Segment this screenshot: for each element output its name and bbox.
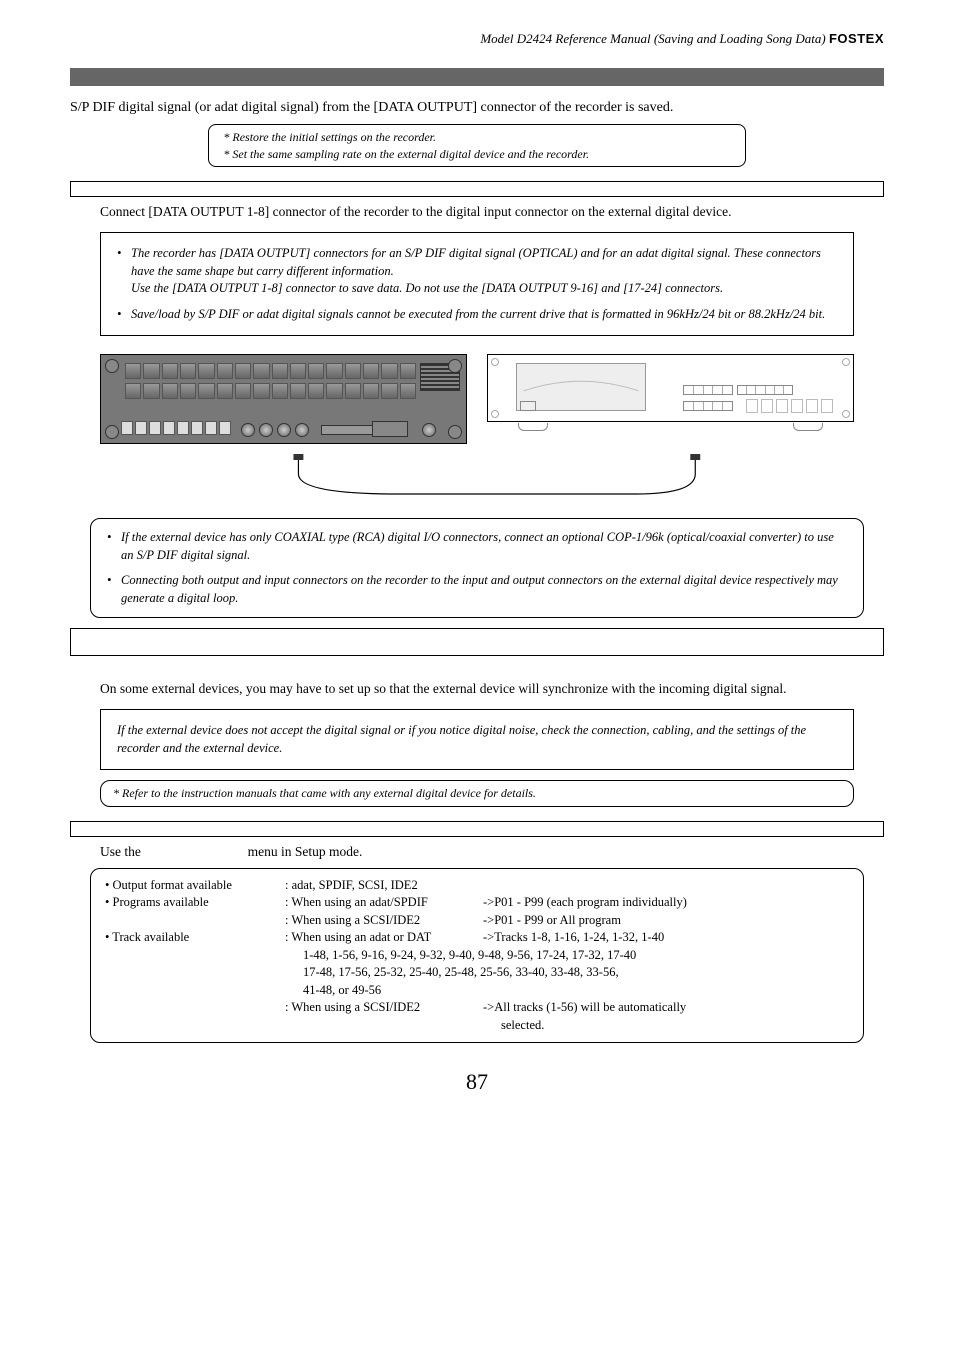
section-bar-1 [70,181,884,197]
cable-illustration [100,454,854,504]
row-track-adat: : When using an adat or DAT [285,929,483,947]
settings-box: • Output format available : adat, SPDIF,… [90,868,864,1044]
row-track-line3: 17-48, 17-56, 25-32, 25-40, 25-48, 25-56… [303,964,619,982]
row-track-label: • Track available [105,929,285,947]
row-programs-scsi-val: ->P01 - P99 or All program [483,912,849,930]
row-programs-adat: : When using an adat/SPDIF [285,894,483,912]
refer-manual-note: * Refer to the instruction manuals that … [100,780,854,807]
title-bar [70,68,884,86]
row-track-adat-val: ->Tracks 1-8, 1-16, 1-24, 1-32, 1-40 [483,929,849,947]
external-device-illustration [487,354,854,422]
setup-mode-line: Use the menu in Setup mode. [100,843,854,862]
row-track-scsi: : When using a SCSI/IDE2 [285,999,483,1017]
sync-text: On some external devices, you may have t… [100,680,854,699]
note-item-2: Save/load by S/P DIF or adat digital sig… [117,306,837,324]
row-output-format-label: • Output format available [105,877,285,895]
connect-text: Connect [DATA OUTPUT 1-8] connector of t… [100,203,854,222]
restore-line-1: * Restore the initial settings on the re… [223,129,730,146]
row-track-scsi-val: ->All tracks (1-56) will be automaticall… [483,999,849,1017]
device-diagram [100,354,854,444]
header-title: Model D2424 Reference Manual (Saving and… [480,31,825,46]
recorder-device-illustration [100,354,467,444]
brand-logo: FOSTEX [829,31,884,46]
coaxial-note-box: If the external device has only COAXIAL … [90,518,864,618]
row-programs-adat-val: ->P01 - P99 (each program individually) [483,894,849,912]
section-bar-2 [70,628,884,656]
row-track-scsi-val2: selected. [483,1017,849,1035]
restore-line-2: * Set the same sampling rate on the exte… [223,146,730,163]
page-header: Model D2424 Reference Manual (Saving and… [70,30,884,48]
row-programs-scsi: : When using a SCSI/IDE2 [285,912,483,930]
coax-note-2: Connecting both output and input connect… [107,572,847,607]
restore-note-box: * Restore the initial settings on the re… [208,124,745,168]
row-track-line4: 41-48, or 49-56 [303,982,381,1000]
row-programs-label: • Programs available [105,894,285,912]
note-item-1: The recorder has [DATA OUTPUT] connector… [117,245,837,298]
coax-note-1: If the external device has only COAXIAL … [107,529,847,564]
signal-check-note: If the external device does not accept t… [100,709,854,770]
row-track-line2: 1-48, 1-56, 9-16, 9-24, 9-32, 9-40, 9-48… [303,947,636,965]
row-output-format-value: : adat, SPDIF, SCSI, IDE2 [285,877,483,895]
page-number: 87 [70,1067,884,1098]
intro-text: S/P DIF digital signal (or adat digital … [70,98,884,118]
section-bar-3 [70,821,884,837]
connector-note-box: The recorder has [DATA OUTPUT] connector… [100,232,854,336]
